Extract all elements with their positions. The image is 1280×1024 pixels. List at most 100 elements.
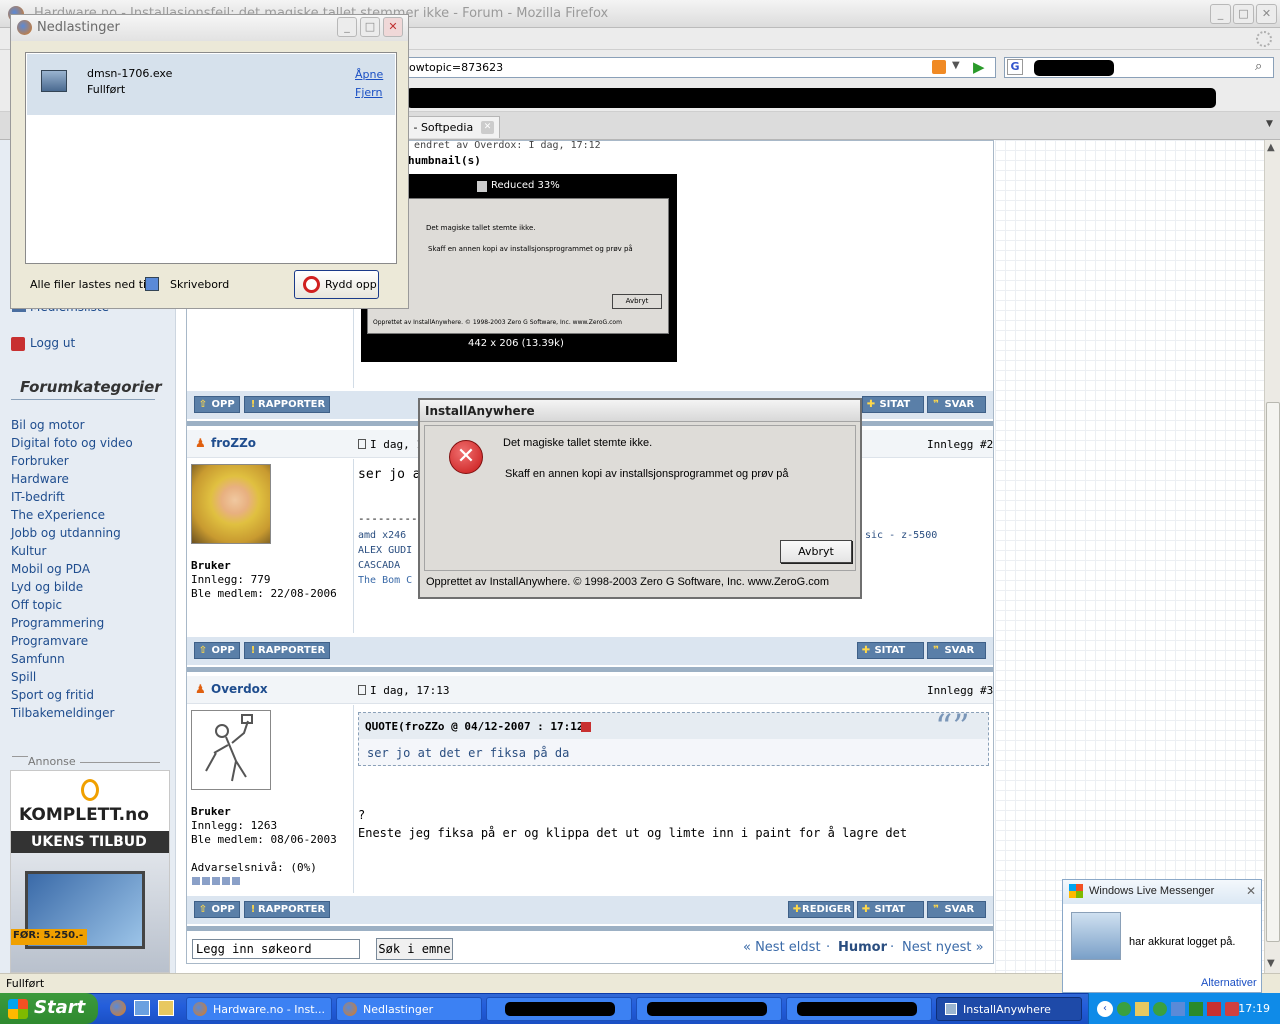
tray-messenger-icon[interactable] — [1117, 1002, 1131, 1016]
tray-network-icon[interactable] — [1153, 1002, 1167, 1016]
taskbar-redacted-2[interactable] — [636, 997, 782, 1021]
tray-clock: 17:19 — [1238, 1002, 1270, 1015]
post3-rank: Bruker — [191, 805, 231, 818]
sidebar-item-logout[interactable]: Logg ut — [30, 336, 75, 350]
search-magnifier-icon[interactable]: ⌕ — [1255, 59, 1262, 74]
post2-sig-divider: ---------- — [358, 512, 425, 525]
taskbar-redacted-1[interactable] — [486, 997, 632, 1021]
post3-reply-button[interactable]: ❞ SVAR — [927, 901, 986, 918]
post3-number[interactable]: Innlegg #3 — [927, 684, 993, 697]
quote-link-icon[interactable] — [581, 722, 591, 732]
post2-reply-button[interactable]: ❞ SVAR — [927, 642, 986, 659]
taskbar-redacted-3[interactable] — [786, 997, 932, 1021]
download-item[interactable]: dmsn-1706.exe Fullført Åpne Fjern — [27, 54, 395, 115]
sidebar-category-link[interactable]: Hardware — [11, 472, 69, 486]
sidebar-category-link[interactable]: Tilbakemeldinger — [11, 706, 114, 720]
dialog-titlebar[interactable]: InstallAnywhere — [420, 400, 860, 422]
post1-reply-button[interactable]: ❞ SVAR — [927, 396, 986, 413]
taskbar-firefox[interactable]: Hardware.no - Inst... — [186, 997, 332, 1021]
sidebar-category-link[interactable]: Samfunn — [11, 652, 65, 666]
downloads-maximize-button[interactable]: □ — [360, 17, 380, 37]
google-icon[interactable]: G — [1007, 59, 1023, 75]
close-button[interactable]: ✕ — [1256, 4, 1277, 24]
messenger-close-icon[interactable]: ✕ — [1246, 884, 1256, 898]
downloads-close-button[interactable]: ✕ — [383, 17, 403, 37]
dialog-cancel-button[interactable]: Avbryt — [780, 540, 852, 563]
tab-softpedia[interactable]: d - Softpedia ✕ — [396, 116, 500, 138]
download-open-link[interactable]: Åpne — [355, 68, 383, 81]
thread-search-button[interactable]: Søk i emne — [376, 938, 453, 960]
post2-quote-button[interactable]: ✚ SITAT — [857, 642, 924, 659]
tray-expand-icon[interactable]: ‹ — [1097, 1001, 1113, 1017]
quicklaunch-ie-icon[interactable] — [134, 1000, 150, 1016]
sidebar-category-link[interactable]: Programmering — [11, 616, 104, 630]
scroll-down-arrow-icon[interactable]: ▼ — [1267, 958, 1275, 969]
scroll-thumb[interactable] — [1266, 402, 1280, 942]
sidebar-category-link[interactable]: The eXperience — [11, 508, 105, 522]
ad-brand: KOMPLETT.no — [19, 805, 149, 825]
post1-quote-button[interactable]: ✚ SITAT — [862, 396, 924, 413]
post3-date: I dag, 17:13 — [370, 684, 450, 697]
post2-up-button[interactable]: ⇧ OPP — [194, 642, 240, 659]
nav-forum-link[interactable]: Humor — [838, 940, 887, 955]
download-remove-link[interactable]: Fjern — [355, 86, 382, 99]
download-location-folder[interactable]: Skrivebord — [170, 278, 229, 291]
post1-up-button[interactable]: ⇧ OPP — [194, 396, 240, 413]
tray-security-icon[interactable] — [1189, 1002, 1203, 1016]
quicklaunch-desktop-icon[interactable] — [158, 1000, 174, 1016]
komplett-ad[interactable]: KOMPLETT.no UKENS TILBUD FØR: 5.250.- — [10, 770, 170, 973]
thread-search-input[interactable] — [192, 939, 360, 959]
post3-quote-button[interactable]: ✚ SITAT — [857, 901, 924, 918]
sidebar-category-link[interactable]: Mobil og PDA — [11, 562, 90, 576]
messenger-notification[interactable]: Windows Live Messenger ✕ har akkurat log… — [1062, 879, 1262, 993]
scroll-up-arrow-icon[interactable]: ▲ — [1267, 142, 1275, 153]
sidebar-category-link[interactable]: Forbruker — [11, 454, 69, 468]
post2-sig-line2: ALEX GUDI — [358, 545, 413, 556]
tray-av-icon[interactable] — [1207, 1002, 1221, 1016]
messenger-options-link[interactable]: Alternativer — [1201, 977, 1257, 989]
ad-divider-right — [80, 762, 160, 763]
clear-downloads-button[interactable]: Rydd opp — [294, 270, 379, 299]
post2-number[interactable]: Innlegg #2 — [927, 438, 993, 451]
downloads-minimize-button[interactable]: _ — [337, 17, 357, 37]
nav-newer-link[interactable]: Nest nyest » — [902, 940, 984, 955]
sidebar-category-link[interactable]: Kultur — [11, 544, 46, 558]
sidebar-category-link[interactable]: Spill — [11, 670, 36, 684]
sidebar-category-link[interactable]: Jobb og utdanning — [11, 526, 121, 540]
post2-joined: Ble medlem: 22/08-2006 — [191, 587, 337, 600]
post2-sig-line4[interactable]: The Bom C — [358, 575, 412, 586]
tab-list-icon[interactable]: ▼ — [1266, 119, 1273, 129]
maximize-button[interactable]: □ — [1233, 4, 1254, 24]
tray-ati-icon[interactable] — [1225, 1002, 1239, 1016]
go-arrow-icon[interactable]: ▶ — [973, 58, 985, 76]
post3-edit-button[interactable]: ✚REDIGER — [788, 901, 854, 918]
tray-app-icon[interactable] — [1135, 1002, 1149, 1016]
post1-report-button[interactable]: ! RAPPORTER — [244, 396, 331, 413]
quicklaunch-firefox-icon[interactable] — [110, 1000, 126, 1016]
url-bar[interactable]: owtopic=873623 — [404, 57, 996, 78]
taskbar-installanywhere[interactable]: InstallAnywhere — [936, 997, 1082, 1021]
vertical-scrollbar[interactable]: ▲ ▼ — [1264, 140, 1280, 973]
post2-username[interactable]: froZZo — [211, 436, 256, 450]
post2-report-button[interactable]: ! RAPPORTER — [244, 642, 331, 659]
sidebar-category-link[interactable]: Programvare — [11, 634, 88, 648]
post3-report-button[interactable]: ! RAPPORTER — [244, 901, 331, 918]
sidebar-category-link[interactable]: Sport og fritid — [11, 688, 94, 702]
sidebar-category-link[interactable]: IT-bedrift — [11, 490, 65, 504]
minimize-button[interactable]: _ — [1210, 4, 1231, 24]
tray-volume-icon[interactable] — [1171, 1002, 1185, 1016]
sidebar-category-link[interactable]: Lyd og bilde — [11, 580, 83, 594]
post3-warning[interactable]: Advarselsnivå: (0%) — [191, 861, 317, 874]
sidebar-category-link[interactable]: Off topic — [11, 598, 62, 612]
taskbar-downloads[interactable]: Nedlastinger — [336, 997, 482, 1021]
sidebar-category-link[interactable]: Bil og motor — [11, 418, 85, 432]
post3-up-button[interactable]: ⇧ OPP — [194, 901, 240, 918]
tab-close-icon[interactable]: ✕ — [481, 121, 494, 134]
post3-username[interactable]: Overdox — [211, 682, 268, 696]
nav-older-link[interactable]: « Nest eldst — [743, 940, 821, 955]
downloads-titlebar[interactable]: Nedlastinger _ □ ✕ — [11, 15, 408, 41]
sidebar-category-link[interactable]: Digital foto og video — [11, 436, 133, 450]
url-dropdown-icon[interactable]: ▼ — [952, 60, 960, 71]
start-button[interactable]: Start — [0, 993, 98, 1024]
rss-feed-icon[interactable] — [932, 60, 946, 74]
